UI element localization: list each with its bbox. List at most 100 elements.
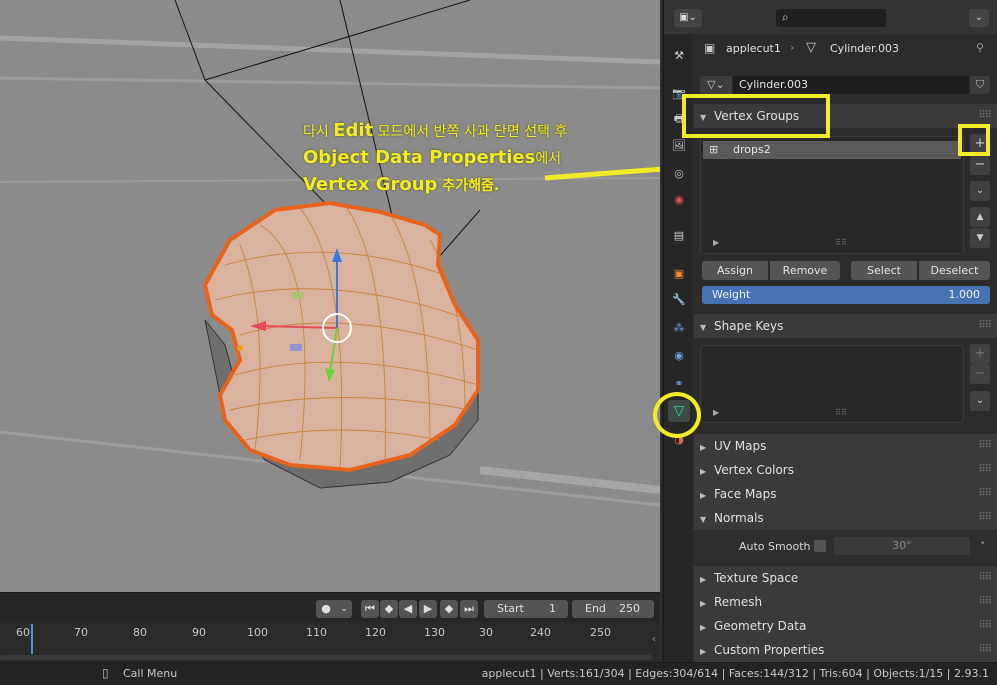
breadcrumb-object: applecut1 xyxy=(726,42,781,55)
call-menu-hint: Call Menu xyxy=(123,667,178,680)
drag-handle-icon[interactable]: ⠿⠿ xyxy=(978,638,992,662)
properties-header: ▣⌄ ⌕ ⌄ xyxy=(664,0,997,34)
mesh-icon: ▽ xyxy=(806,40,816,55)
vertex-colors-panel-header[interactable]: ▶ Vertex Colors ⠿⠿ xyxy=(694,458,997,482)
remove-button[interactable]: Remove xyxy=(770,261,840,280)
remesh-panel-header[interactable]: ▶ Remesh ⠿⠿ xyxy=(694,590,997,614)
vertex-group-specials-chevron-icon[interactable]: ⌄ xyxy=(970,181,990,201)
vertex-group-name: drops2 xyxy=(733,143,771,156)
breadcrumb-separator-icon: › xyxy=(790,41,795,54)
keying-dropdown[interactable]: ⌄ xyxy=(336,600,352,618)
drag-handle-icon[interactable]: ⠿⠿ xyxy=(978,458,992,482)
start-frame-label: Start xyxy=(497,602,524,615)
options-dropdown[interactable]: ⌄ xyxy=(969,9,989,27)
filter-options-triangle-icon[interactable]: ▶ xyxy=(713,238,719,247)
mesh-name-value: Cylinder.003 xyxy=(739,78,809,91)
start-frame-field[interactable]: Start 1 xyxy=(484,600,568,618)
move-down-icon[interactable]: ▼ xyxy=(970,228,990,248)
drag-handle-icon[interactable]: ⠿⠿ xyxy=(978,590,992,614)
mesh-name-field[interactable]: Cylinder.003 xyxy=(733,76,969,94)
texture-space-panel-header[interactable]: ▶ Texture Space ⠿⠿ xyxy=(694,566,997,590)
end-frame-value: 250 xyxy=(619,602,640,615)
play-reverse-icon[interactable]: ◀ xyxy=(399,600,417,618)
drag-handle-icon[interactable]: ⠿⠿ xyxy=(978,434,992,458)
filter-options-triangle-icon[interactable]: ▶ xyxy=(713,408,719,417)
annotation-line3-bold: Vertex Group xyxy=(303,174,438,195)
shape-keys-panel-header[interactable]: ▼ Shape Keys ⠿⠿ xyxy=(694,314,997,338)
geometry-data-panel-header[interactable]: ▶ Geometry Data ⠿⠿ xyxy=(694,614,997,638)
drag-handle-icon[interactable]: ⠿⠿ xyxy=(978,566,992,590)
vertex-groups-highlight-box xyxy=(682,94,830,138)
particles-tab-icon[interactable]: ⁂ xyxy=(668,316,690,338)
drag-handle-icon[interactable]: ⠿⠿ xyxy=(978,314,992,338)
remove-vertex-group-button[interactable]: − xyxy=(970,155,990,175)
shape-key-list[interactable]: ▶ ⠿⠿ xyxy=(700,345,964,423)
drag-handle-icon[interactable]: ⠿⠿ xyxy=(978,506,992,530)
texture-space-title: Texture Space xyxy=(714,571,799,585)
auto-smooth-checkbox[interactable] xyxy=(814,540,826,552)
keyframe-dot-icon[interactable]: • xyxy=(980,539,985,549)
vertex-group-list[interactable]: ⊞ drops2 ▶ ⠿⠿ xyxy=(700,136,964,254)
shape-keys-title: Shape Keys xyxy=(714,319,784,333)
object-data-tab-highlight-circle xyxy=(653,392,701,438)
timeline-ruler[interactable]: 60 70 80 90 100 110 120 130 30 240 250 ‹ xyxy=(0,622,660,662)
ruler-tick: 30 xyxy=(479,626,493,639)
editor-type-icon[interactable]: ▣⌄ xyxy=(674,9,702,27)
normals-panel-body: Auto Smooth 30° • xyxy=(694,530,997,564)
custom-properties-panel-header[interactable]: ▶ Custom Properties ⠿⠿ xyxy=(694,638,997,662)
timeline-header: ● ⌄ ⏮ ◆ ◀ ▶ ◆ ⏭ Start 1 End 250 xyxy=(0,592,660,623)
shape-key-specials-chevron-icon[interactable]: ⌄ xyxy=(970,391,990,411)
weight-slider[interactable]: Weight 1.000 xyxy=(702,286,990,304)
drag-handle-icon[interactable]: ⠿⠿ xyxy=(978,614,992,638)
record-button[interactable]: ● xyxy=(316,600,336,618)
jump-end-icon[interactable]: ⏭ xyxy=(460,600,478,618)
tool-tab-icon[interactable]: ⚒ xyxy=(668,44,690,66)
playhead[interactable] xyxy=(31,624,33,654)
list-resize-handle-icon[interactable]: ⠿⠿ xyxy=(835,238,847,247)
pin-icon[interactable]: ⚲ xyxy=(976,41,984,54)
3d-viewport[interactable]: 다시 Edit 모드에서 반쪽 사과 단면 선택 후 Object Data P… xyxy=(0,0,660,592)
jump-start-icon[interactable]: ⏮ xyxy=(361,600,379,618)
uv-maps-panel-header[interactable]: ▶ UV Maps ⠿⠿ xyxy=(694,434,997,458)
fake-user-shield-icon[interactable]: ⛉ xyxy=(970,76,990,94)
collapsed-triangle-icon: ▶ xyxy=(700,599,707,608)
collection-tab-icon[interactable]: ▤ xyxy=(668,224,690,246)
auto-smooth-angle-field[interactable]: 30° xyxy=(834,537,970,555)
assign-button[interactable]: Assign xyxy=(702,261,768,280)
add-shape-key-button[interactable]: + xyxy=(970,344,990,364)
drag-handle-icon[interactable]: ⠿⠿ xyxy=(978,482,992,506)
move-up-icon[interactable]: ▲ xyxy=(970,207,990,227)
list-resize-handle-icon[interactable]: ⠿⠿ xyxy=(835,408,847,417)
face-maps-panel-header[interactable]: ▶ Face Maps ⠿⠿ xyxy=(694,482,997,506)
annotation-line3-suffix: 추가해줌. xyxy=(437,178,500,194)
remove-shape-key-button[interactable]: − xyxy=(970,364,990,384)
deselect-button[interactable]: Deselect xyxy=(919,261,990,280)
modifier-wrench-icon[interactable]: 🔧 xyxy=(668,288,690,310)
search-input[interactable]: ⌕ xyxy=(776,9,886,27)
status-bar: ▯ Call Menu applecut1 | Verts:161/304 | … xyxy=(0,662,997,685)
constraints-tab-icon[interactable]: ⚭ xyxy=(668,372,690,394)
collapsed-triangle-icon: ▶ xyxy=(700,443,707,452)
play-icon[interactable]: ▶ xyxy=(419,600,437,618)
annotation-line2-bold: Object Data Properties xyxy=(303,147,536,168)
search-icon: ⌕ xyxy=(782,10,789,24)
list-item[interactable]: ⊞ drops2 xyxy=(703,141,961,159)
face-maps-title: Face Maps xyxy=(714,487,777,501)
normals-panel-header[interactable]: ▼ Normals ⠿⠿ xyxy=(694,506,997,530)
select-button[interactable]: Select xyxy=(851,261,917,280)
breadcrumb-mesh: Cylinder.003 xyxy=(830,42,900,55)
annotation-line2-suffix: 에서 xyxy=(535,151,562,167)
end-frame-field[interactable]: End 250 xyxy=(572,600,654,618)
mesh-browse-button[interactable]: ▽⌄ xyxy=(700,76,732,94)
next-keyframe-icon[interactable]: ◆ xyxy=(440,600,458,618)
object-tab-icon[interactable]: ▣ xyxy=(668,262,690,284)
world-tab-icon[interactable]: ◉ xyxy=(668,188,690,210)
timeline-scrollbar[interactable] xyxy=(0,655,652,660)
collapse-chevron-icon[interactable]: ‹ xyxy=(652,634,656,645)
prev-keyframe-icon[interactable]: ◆ xyxy=(380,600,398,618)
ruler-tick: 130 xyxy=(424,626,445,639)
physics-tab-icon[interactable]: ◉ xyxy=(668,344,690,366)
scene-tab-icon[interactable]: ◎ xyxy=(668,162,690,184)
ruler-tick: 120 xyxy=(365,626,386,639)
collapsed-triangle-icon: ▶ xyxy=(700,575,707,584)
